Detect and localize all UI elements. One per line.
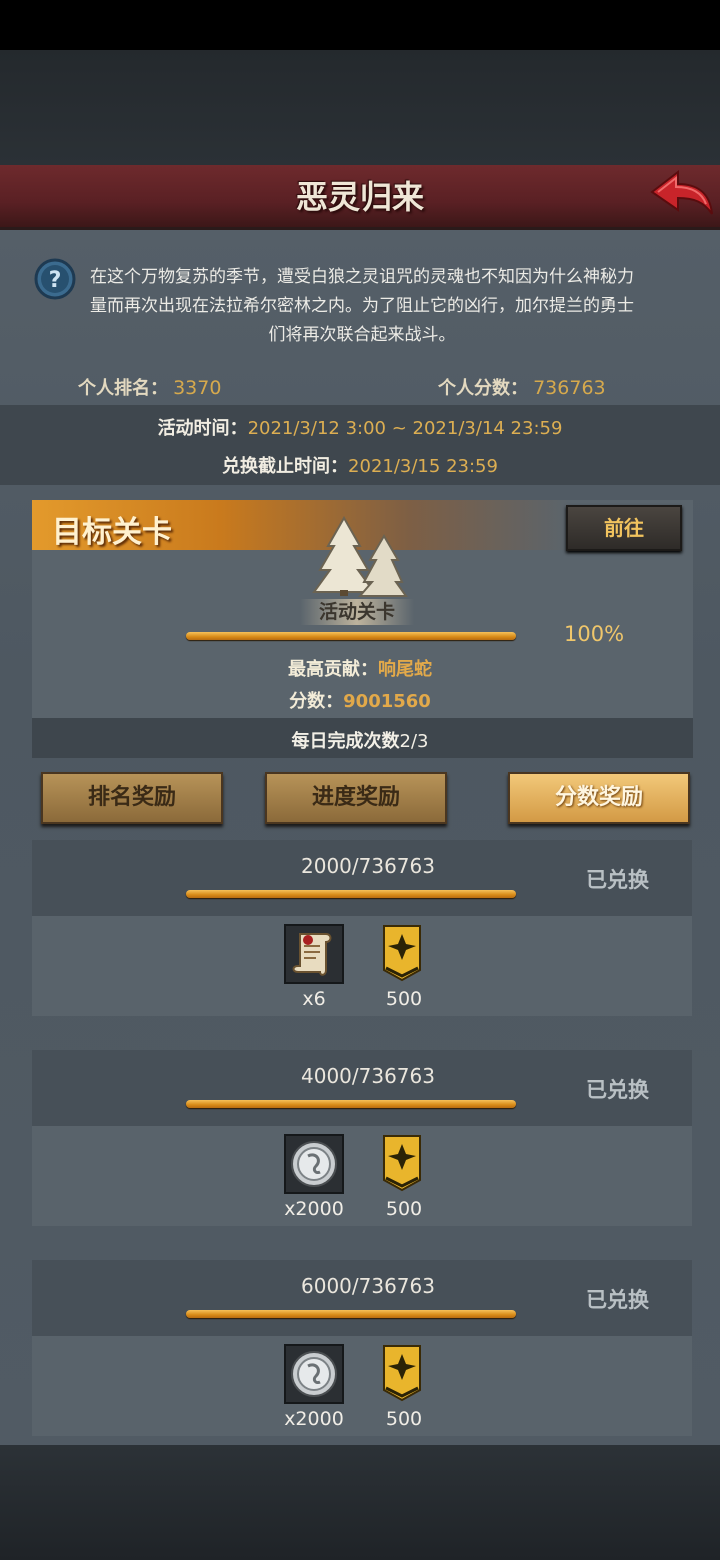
reward-card: 4000/736763 已兑换 x2000 500 <box>32 1050 692 1226</box>
event-description: 在这个万物复苏的季节，遭受白狼之灵诅咒的灵魂也不知因为什么神秘力量而再次出现在法… <box>90 267 634 345</box>
stage-header: 目标关卡 <box>52 515 172 550</box>
stage-progress-percent: 100% <box>564 622 625 646</box>
reward-count-a: x2000 <box>284 1198 344 1220</box>
daily-value: 2/3 <box>399 731 429 752</box>
redeemed-status: 已兑换 <box>586 1288 649 1312</box>
stage-name: 活动关卡 <box>300 599 414 625</box>
deadline-label: 兑换截止时间： <box>222 456 349 477</box>
rank-value: 3370 <box>173 377 222 399</box>
daily-label: 每日完成次数 <box>291 731 400 752</box>
event-time-label: 活动时间： <box>157 418 248 439</box>
bottom-backdrop <box>0 1445 720 1560</box>
stage-score-value: 9001560 <box>343 691 431 712</box>
stage-score-label: 分数： <box>289 691 344 712</box>
gold-rank-banner-icon[interactable] <box>382 924 442 984</box>
reward-card: 2000/736763 已兑换 x6 500 <box>32 840 692 1016</box>
deadline-value: 2021/3/15 23:59 <box>348 456 498 477</box>
redeem-deadline: 兑换截止时间：2021/3/15 23:59 <box>0 452 720 478</box>
redeemed-status: 已兑换 <box>586 1078 649 1102</box>
score-label: 个人分数： <box>438 378 528 399</box>
status-bar <box>0 0 720 50</box>
reward-count-b: 500 <box>385 988 423 1010</box>
reward-count-b: 500 <box>385 1408 423 1430</box>
reward-progress-bar <box>186 1100 516 1108</box>
silver-coin-icon[interactable] <box>284 1134 344 1194</box>
reward-card: 6000/736763 已兑换 x2000 500 <box>32 1260 692 1436</box>
top-backdrop <box>0 50 720 165</box>
help-icon[interactable]: ? <box>34 258 76 300</box>
rank-label: 个人排名： <box>78 378 168 399</box>
reward-progress-bar <box>186 1310 516 1318</box>
daily-completions: 每日完成次数2/3 <box>0 727 720 753</box>
page-title: 恶灵归来 <box>295 178 424 216</box>
tab-progress-rewards[interactable]: 进度奖励 <box>265 772 447 824</box>
reward-count-b: 500 <box>385 1198 423 1220</box>
back-arrow-icon[interactable] <box>648 168 714 220</box>
tab-rank-rewards[interactable]: 排名奖励 <box>41 772 223 824</box>
redeemed-status: 已兑换 <box>586 868 649 892</box>
score-value: 736763 <box>533 377 606 399</box>
event-time: 活动时间：2021/3/12 3:00 ~ 2021/3/14 23:59 <box>0 414 720 440</box>
gold-rank-banner-icon[interactable] <box>382 1134 442 1194</box>
scroll-icon[interactable] <box>284 924 344 984</box>
personal-rank: 个人排名： 3370 <box>78 374 221 400</box>
go-button[interactable]: 前往 <box>566 505 682 551</box>
tab-score-rewards[interactable]: 分数奖励 <box>508 772 690 824</box>
stage-progress-bar <box>186 632 516 640</box>
stage-score: 分数：9001560 <box>0 687 720 713</box>
top-contrib-label: 最高贡献： <box>288 659 378 680</box>
personal-score: 个人分数： 736763 <box>438 374 606 400</box>
silver-coin-icon[interactable] <box>284 1344 344 1404</box>
gold-rank-banner-icon[interactable] <box>382 1344 442 1404</box>
reward-progress-bar <box>186 890 516 898</box>
reward-count-a: x2000 <box>284 1408 344 1430</box>
svg-text:?: ? <box>49 268 62 293</box>
top-contrib-value: 响尾蛇 <box>378 659 432 680</box>
top-contributor: 最高贡献：响尾蛇 <box>0 655 720 681</box>
event-time-value: 2021/3/12 3:00 ~ 2021/3/14 23:59 <box>247 418 563 439</box>
reward-count-a: x6 <box>302 988 326 1010</box>
snowy-trees-icon <box>312 516 408 597</box>
